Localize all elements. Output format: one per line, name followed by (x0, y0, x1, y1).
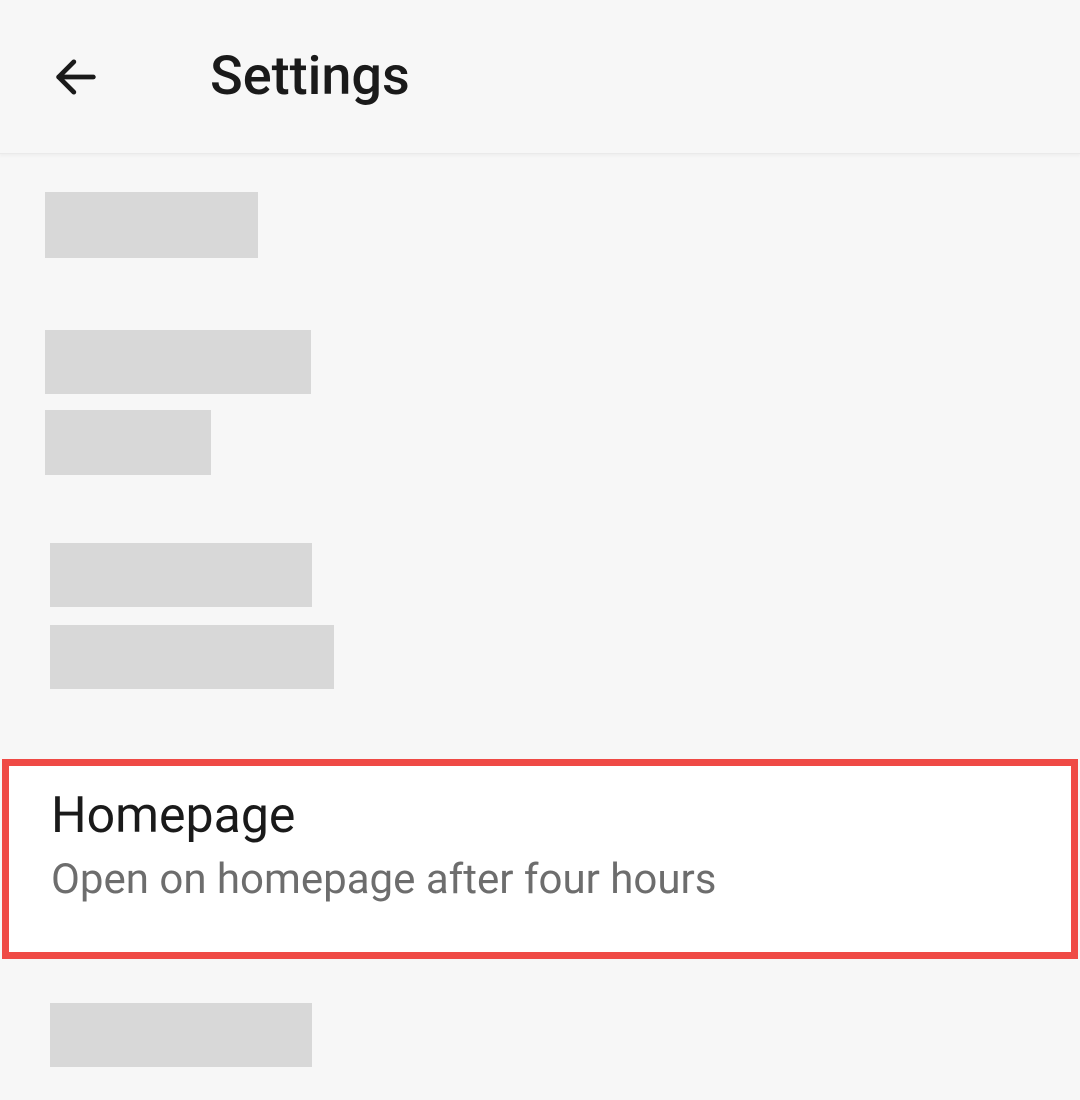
setting-item-title: Homepage (51, 784, 1029, 849)
homepage-setting-item[interactable]: Homepage Open on homepage after four hou… (2, 759, 1078, 959)
skeleton-placeholder (45, 330, 311, 394)
header: Settings (0, 0, 1080, 154)
skeleton-placeholder (45, 410, 211, 475)
setting-item-subtitle: Open on homepage after four hours (51, 853, 1029, 908)
page-title: Settings (210, 45, 410, 108)
skeleton-placeholder (50, 1003, 312, 1067)
settings-content: Homepage Open on homepage after four hou… (0, 192, 1080, 1067)
skeleton-placeholder (45, 192, 258, 258)
skeleton-placeholder (50, 543, 312, 607)
skeleton-placeholder (50, 625, 334, 689)
back-arrow-icon[interactable] (50, 51, 102, 103)
